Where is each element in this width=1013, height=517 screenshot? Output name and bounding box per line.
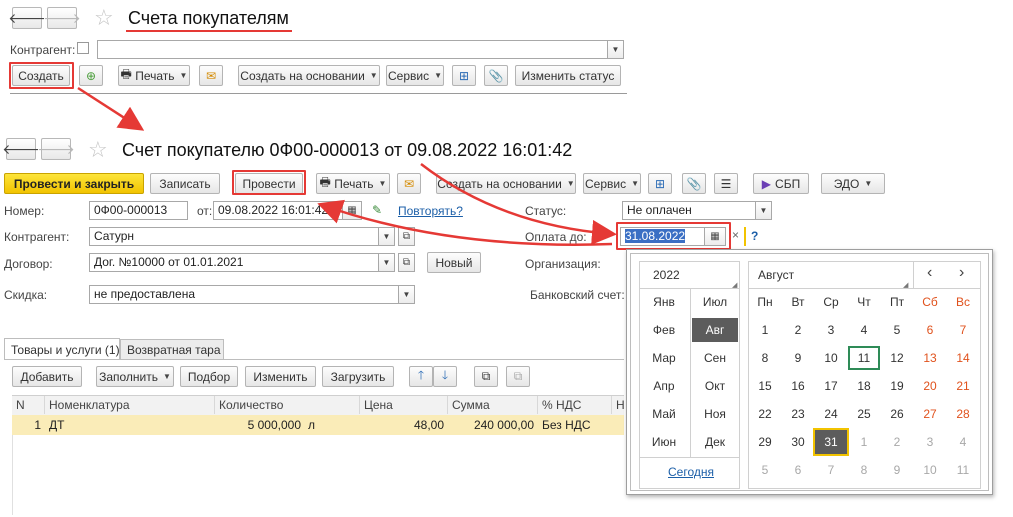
arrow-payment-to-post	[317, 199, 613, 246]
arrow-date-to-payment	[420, 163, 617, 245]
arrow-create-to-doc	[77, 86, 145, 131]
annotation-arrows	[77, 86, 617, 246]
